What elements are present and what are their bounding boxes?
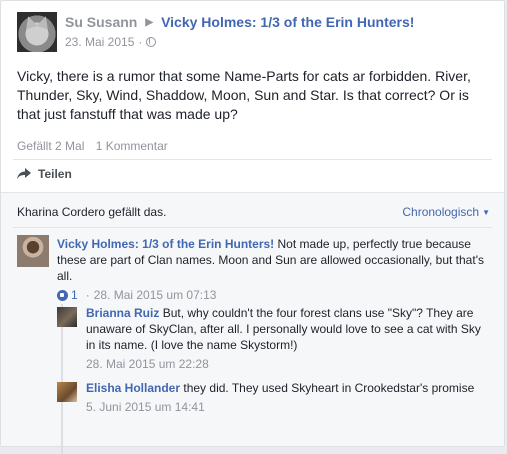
reply-author[interactable]: Brianna Ruiz bbox=[86, 306, 159, 320]
comment: Vicky Holmes: 1/3 of the Erin Hunters! N… bbox=[17, 235, 492, 303]
comments-area: Kharina Cordero gefällt das. Chronologis… bbox=[1, 192, 504, 454]
post-card: Su Susann ▶ Vicky Holmes: 1/3 of the Eri… bbox=[0, 0, 505, 454]
comment-order-select[interactable]: Chronologisch ▼ bbox=[402, 205, 490, 219]
header-meta: Su Susann ▶ Vicky Holmes: 1/3 of the Eri… bbox=[65, 12, 414, 52]
like-count[interactable]: 1 bbox=[71, 287, 78, 303]
post-sub-line: 23. Mai 2015 · bbox=[65, 35, 414, 49]
reply-text: they did. They used Skyheart in Crookeds… bbox=[183, 381, 475, 395]
triangle-right-icon: ▶ bbox=[145, 16, 154, 28]
reply-meta: 28. Mai 2015 um 22:28 bbox=[86, 356, 486, 372]
caret-down-icon: ▼ bbox=[482, 207, 490, 217]
separator-dot: · bbox=[138, 35, 143, 49]
reply-meta: 5. Juni 2015 um 14:41 bbox=[86, 399, 486, 415]
reply-body: Elisha Hollander they did. They used Sky… bbox=[86, 380, 486, 415]
like-icon[interactable] bbox=[57, 289, 68, 301]
order-label: Chronologisch bbox=[402, 205, 480, 219]
reply-time[interactable]: 5. Juni 2015 um 14:41 bbox=[86, 399, 205, 415]
post-header: Su Susann ▶ Vicky Holmes: 1/3 of the Eri… bbox=[17, 12, 414, 52]
comment-avatar[interactable] bbox=[17, 235, 49, 267]
reply-time[interactable]: 28. Mai 2015 um 22:28 bbox=[86, 356, 209, 372]
post-author-link[interactable]: Su Susann bbox=[65, 14, 137, 30]
divider bbox=[13, 159, 492, 160]
post-stats: Gefällt 2 Mal 1 Kommentar bbox=[17, 139, 176, 153]
separator-dot: · bbox=[85, 288, 90, 302]
likes-count-link[interactable]: Gefällt 2 Mal bbox=[17, 139, 84, 153]
post-text: Vicky, there is a rumor that some Name-P… bbox=[17, 68, 471, 122]
comment-body: Vicky Holmes: 1/3 of the Erin Hunters! N… bbox=[57, 235, 487, 303]
reply: Elisha Hollander they did. They used Sky… bbox=[57, 380, 492, 415]
globe-icon[interactable] bbox=[146, 37, 157, 47]
post-target-link[interactable]: Vicky Holmes: 1/3 of the Erin Hunters! bbox=[161, 14, 414, 30]
share-icon bbox=[17, 168, 31, 180]
divider bbox=[13, 227, 492, 228]
comments-count-link[interactable]: 1 Kommentar bbox=[96, 139, 168, 153]
reply-author[interactable]: Elisha Hollander bbox=[86, 381, 180, 395]
comment-meta: 1 · 28. Mai 2015 um 07:13 bbox=[57, 287, 487, 303]
share-button[interactable]: Teilen bbox=[17, 167, 72, 181]
share-label: Teilen bbox=[38, 167, 72, 181]
reply-avatar[interactable] bbox=[57, 307, 77, 327]
header-line: Su Susann ▶ Vicky Holmes: 1/3 of the Eri… bbox=[65, 14, 414, 30]
post-date[interactable]: 23. Mai 2015 bbox=[65, 35, 134, 49]
likes-line[interactable]: Kharina Cordero gefällt das. bbox=[17, 205, 166, 219]
reply-body: Brianna Ruiz But, why couldn't the four … bbox=[86, 305, 486, 372]
comment-author[interactable]: Vicky Holmes: 1/3 of the Erin Hunters! bbox=[57, 237, 274, 251]
reply: Brianna Ruiz But, why couldn't the four … bbox=[57, 305, 492, 372]
comment-time[interactable]: 28. Mai 2015 um 07:13 bbox=[94, 287, 217, 303]
author-avatar[interactable] bbox=[17, 12, 57, 52]
reply-avatar[interactable] bbox=[57, 382, 77, 402]
